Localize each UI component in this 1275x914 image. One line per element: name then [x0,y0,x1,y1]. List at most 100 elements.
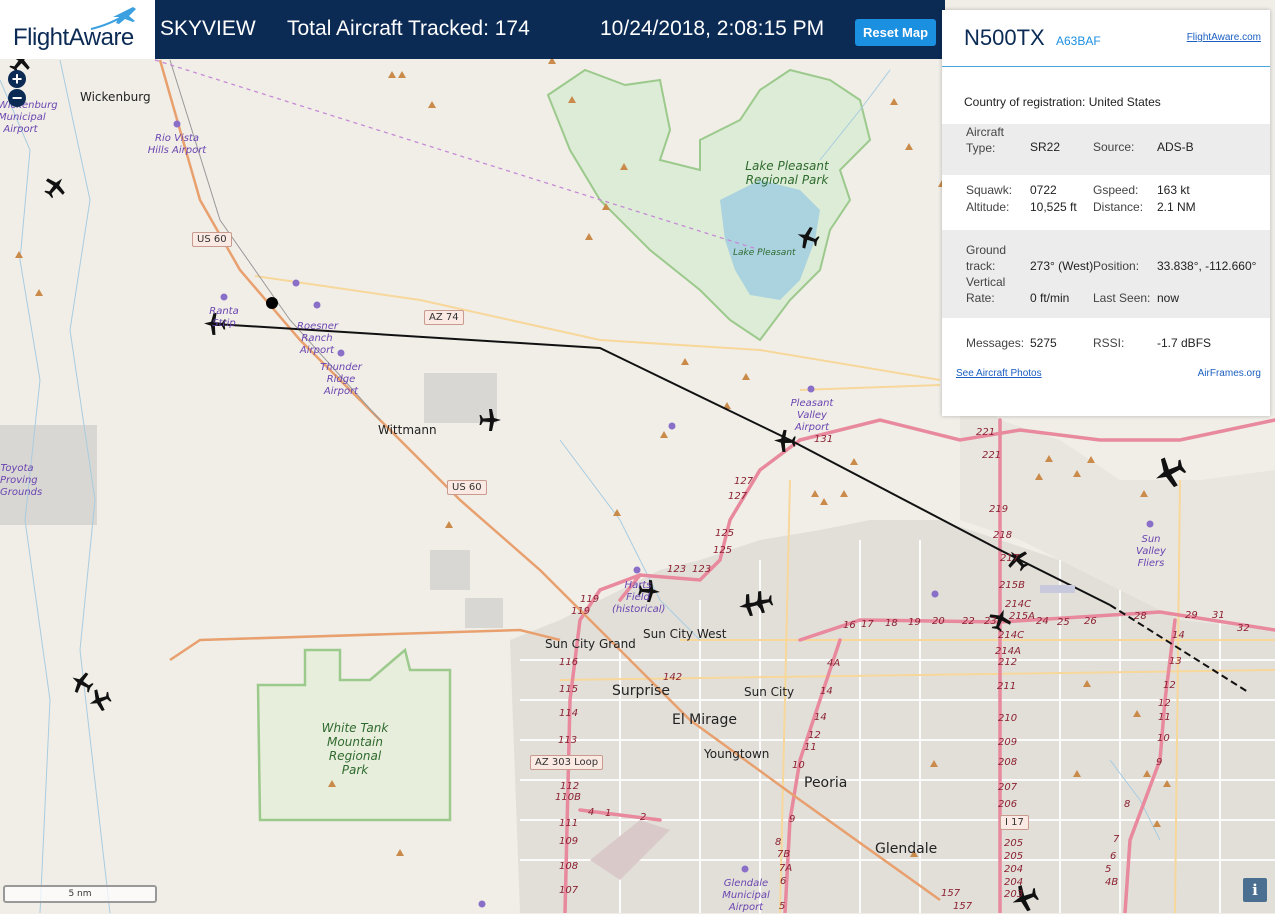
lake-label: Lake Pleasant [733,248,796,258]
exit-number: 212 [998,657,1018,668]
grey-zone-3 [465,598,503,628]
exit-number: 204 [1004,864,1024,875]
airport-label: Thunder Ridge Airport [320,362,362,397]
exit-number: 14 [814,712,827,723]
city-label: Peoria [804,775,848,791]
grey-zone [424,373,497,423]
exit-number: 20 [932,616,945,627]
info-row-type: Aircraft Type: SR22 Source: ADS-B [942,124,1270,175]
exit-number: 12 [1158,698,1171,709]
airport-label: Sun Valley Fliers [1136,534,1166,569]
country-label-text: Country of registration: [964,95,1086,109]
last-seen-label: Last Seen: [1093,291,1151,305]
exit-number: 11 [1158,712,1171,723]
exit-number: 14 [1172,630,1185,641]
exit-number: 111 [559,818,579,829]
exit-number: 19 [908,617,921,628]
exit-number: 119 [571,606,591,617]
country-value: United States [1088,95,1161,109]
exit-number: 5 [1105,864,1112,875]
highway-shield: US 60 [192,232,232,247]
park-label: White Tank Mountain Regional Park [321,721,389,777]
altitude-value: 10,525 ft [1030,200,1077,214]
exit-number: 125 [713,545,733,556]
exit-number: 4A [827,658,841,669]
airport-label: Pleasant Valley Airport [790,398,834,433]
exit-number: 1 [605,808,612,819]
gspeed-value: 163 kt [1157,183,1190,197]
exit-number: 23 [984,616,997,627]
exit-number: 142 [663,672,683,683]
exit-number: 10 [1157,733,1170,744]
exit-number: 18 [885,618,898,629]
zoom-in-button[interactable]: + [8,70,26,88]
exit-number: 114 [559,708,579,719]
exit-number: 208 [998,757,1018,768]
zoom-out-button[interactable]: − [8,89,26,107]
exit-number: 221 [976,427,996,438]
exit-number: 112 [560,781,580,792]
airport-label: Harts Field (historical) [612,580,666,615]
exit-number: 217 [1000,553,1020,564]
info-row-track: Ground track: 273° (West) Position: 33.8… [942,230,1270,318]
exit-number: 116 [559,657,579,668]
squawk-label: Squawk: [966,183,1013,197]
airport-label: Rio Vista Hills Airport [147,133,207,156]
receiver-location [266,297,278,309]
exit-number: 6 [1110,851,1117,862]
exit-number: 26 [1084,616,1097,627]
info-icon[interactable]: i [1243,878,1267,902]
exit-number: 28 [1134,611,1147,622]
position-label: Position: [1093,259,1140,273]
exit-number: 210 [998,713,1018,724]
exit-number: 214C [1005,599,1032,610]
aircraft-info-panel: N500TX A63BAF FlightAware.com Country of… [942,10,1270,416]
exit-number: 22 [962,616,975,627]
app-title: SKYVIEW [160,17,256,40]
info-row-squawk: Squawk: 0722 Gspeed: 163 kt Altitude: 10… [942,175,1270,230]
exit-number: 7A [779,863,793,874]
exit-number: 157 [941,888,961,899]
exit-number: 5 [779,901,786,912]
exit-number: 206 [998,799,1018,810]
flightaware-link[interactable]: FlightAware.com [1187,32,1261,43]
rssi-value: -1.7 dBFS [1157,336,1212,350]
exit-number: 4 [588,807,595,818]
park-label: Lake Pleasant Regional Park [745,159,829,187]
city-label: Sun City Grand [545,637,636,651]
exit-number: 115 [559,684,579,695]
exit-number: 221 [982,450,1002,461]
source-label: Source: [1093,140,1135,154]
airframes-link[interactable]: AirFrames.org [1198,368,1261,379]
city-label: Sun City West [643,627,727,641]
exit-number: 13 [1169,656,1182,667]
exit-number: 32 [1237,623,1250,634]
exit-number: 125 [715,528,735,539]
altitude-label: Altitude: [966,200,1010,214]
airport-label: Glendale Municipal Airport [722,878,770,913]
flightaware-logo[interactable]: FlightAware [0,0,155,59]
exit-number: 11 [804,742,817,753]
exit-number: 16 [843,620,856,631]
exit-number: 215A [1009,611,1035,622]
exit-number: 7 [1113,834,1120,845]
vertical-rate-value: 0 ft/min [1030,291,1070,305]
exit-number: 127 [734,476,754,487]
aircraft-hex: A63BAF [1056,34,1101,48]
squawk-value: 0722 [1030,183,1057,197]
exit-number: 127 [728,491,748,502]
city-label: Wittmann [378,423,437,437]
exit-number: 6 [780,876,787,887]
exit-number: 109 [559,836,579,847]
exit-number: 31 [1212,610,1225,621]
exit-number: 207 [998,782,1018,793]
city-label: El Mirage [672,712,737,728]
top-bar: FlightAware SKYVIEW Total Aircraft Track… [0,0,945,59]
exit-number: 8 [775,837,782,848]
exit-number: 12 [808,730,821,741]
exit-number: 108 [559,861,579,872]
reset-map-button[interactable]: Reset Map [855,19,936,46]
exit-number: 9 [1156,757,1163,768]
messages-label: Messages: [966,336,1025,350]
aircraft-photos-link[interactable]: See Aircraft Photos [956,368,1042,379]
